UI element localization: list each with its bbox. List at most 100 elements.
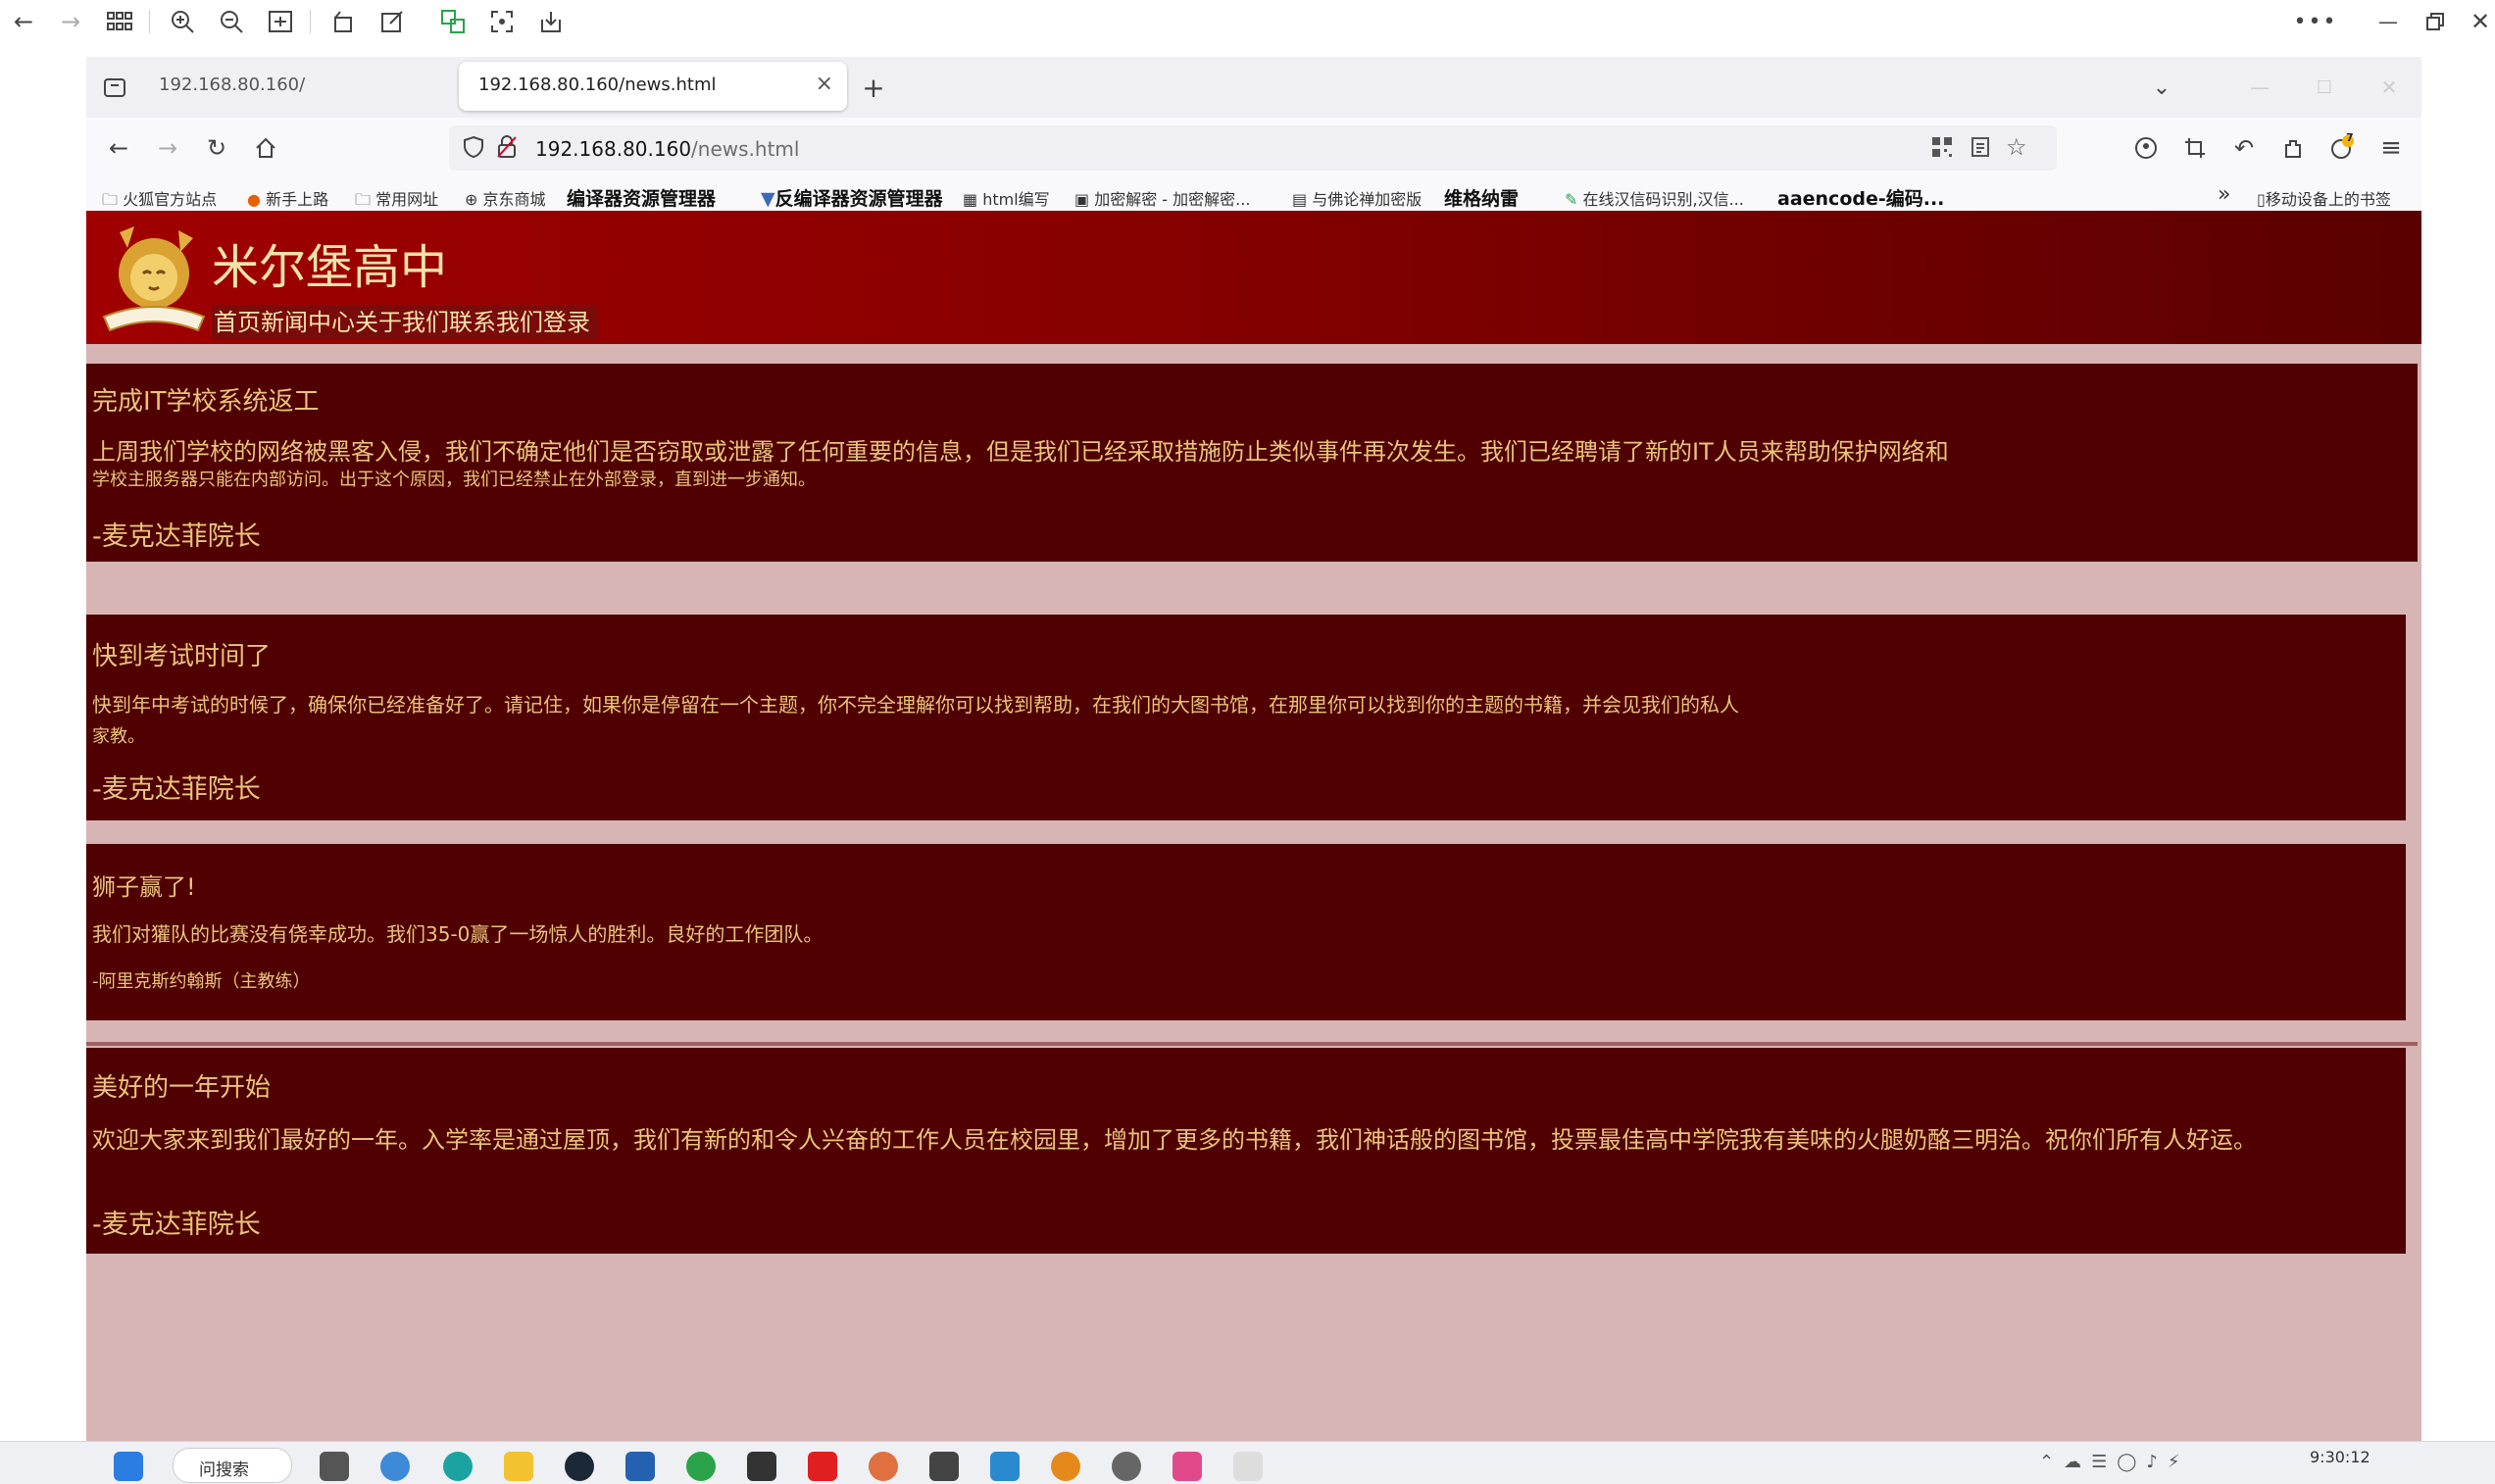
addon-badge-icon[interactable]: 7 (2325, 131, 2359, 165)
list-tabs-chevron-icon[interactable]: ⌄ (2145, 71, 2178, 104)
article-body: 快到年中考试的时候了，确保你已经准备好了。请记住，如果你是停留在一个主题，你不完… (92, 693, 1739, 717)
video-app-icon[interactable] (808, 1452, 837, 1481)
taskbar: 问搜索 ⌃☁☰◯♪⚡ 9:30:12 (0, 1441, 2495, 1484)
window-restore-icon[interactable]: ☐ (2308, 71, 2341, 104)
tab-strip: 192.168.80.160/ × 192.168.80.160/news.ht… (86, 57, 2421, 118)
account-icon[interactable] (2129, 131, 2163, 165)
site-nav: 首页 新闻中心 关于我们 联系我们 登录 (212, 305, 598, 340)
browser-window: 192.168.80.160/ × 192.168.80.160/news.ht… (86, 57, 2421, 1483)
system-tray-icons[interactable]: ⌃☁☰◯♪⚡ (2039, 1452, 2274, 1477)
close-icon[interactable]: ✕ (2465, 6, 2495, 37)
bookmark-item[interactable]: ▣ 加密解密 - 加密解密... (1074, 186, 1250, 210)
bookmark-item[interactable]: ● 新手上路 (247, 186, 328, 210)
article-body: 我们对獾队的比赛没有侥幸成功。我们35-0赢了一场惊人的胜利。良好的工作团队。 (92, 922, 823, 946)
url-text[interactable]: 192.168.80.160/news.html (535, 137, 799, 161)
url-path: /news.html (691, 137, 800, 161)
bookmark-star-icon[interactable]: ☆ (2006, 133, 2027, 161)
nav-news-link[interactable]: 新闻中心 (261, 305, 355, 340)
app-icon[interactable] (990, 1452, 1020, 1481)
fit-screen-icon[interactable] (265, 6, 296, 37)
restore-icon[interactable] (2420, 6, 2451, 37)
bookmark-item[interactable]: ▤ 与佛论禅加密版 (1292, 186, 1422, 210)
window-minimize-icon[interactable]: — (2243, 71, 2276, 104)
nav-home-link[interactable]: 首页 (214, 305, 261, 340)
edit-icon[interactable] (376, 6, 408, 37)
app-icon[interactable] (1051, 1452, 1080, 1481)
terminal-icon[interactable] (747, 1452, 776, 1481)
download-icon[interactable] (535, 6, 567, 37)
zoom-in-icon[interactable] (167, 6, 198, 37)
store-icon[interactable] (625, 1452, 655, 1481)
nav-about-link[interactable]: 关于我们 (355, 305, 449, 340)
news-article: 美好的一年开始 欢迎大家来到我们最好的一年。入学率是通过屋顶，我们有新的和令人兴… (86, 1048, 2406, 1254)
home-icon[interactable] (249, 131, 282, 165)
undo-icon[interactable]: ↶ (2227, 131, 2261, 165)
firefox-icon[interactable] (869, 1452, 898, 1481)
forward-icon[interactable]: → (151, 131, 184, 165)
nav-contact-link[interactable]: 联系我们 (449, 305, 543, 340)
tab-title: 192.168.80.160/news.html (478, 74, 717, 95)
reload-icon[interactable]: ↻ (200, 131, 233, 165)
forward-arrow-icon[interactable]: → (55, 6, 86, 37)
tab-close-icon[interactable]: × (816, 72, 833, 96)
translate-icon[interactable] (437, 6, 469, 37)
bookmark-item[interactable]: ▦ html编写 (963, 186, 1050, 210)
app-icon[interactable] (1173, 1452, 1202, 1481)
nav-login-link[interactable]: 登录 (543, 305, 590, 340)
windows-start-icon[interactable] (114, 1452, 143, 1481)
text-app-icon[interactable] (1233, 1452, 1263, 1481)
tab-overview-icon[interactable] (98, 71, 131, 104)
bookmark-item[interactable]: ▼反编译器资源管理器 (761, 184, 943, 211)
task-view-icon[interactable] (320, 1452, 349, 1481)
back-icon[interactable]: ← (102, 131, 135, 165)
crop-icon[interactable] (2178, 131, 2212, 165)
new-tab-icon[interactable]: + (857, 71, 890, 104)
article-title: 快到考试时间了 (92, 642, 272, 671)
taskbar-search[interactable]: 问搜索 (173, 1448, 292, 1483)
shield-icon[interactable] (463, 135, 484, 163)
news-article: 快到考试时间了 快到年中考试的时候了，确保你已经准备好了。请记住，如果你是停留在… (86, 615, 2406, 820)
divider (86, 1042, 2418, 1046)
tab-news[interactable]: 192.168.80.160/news.html × (459, 62, 847, 111)
bookmark-item[interactable]: ✎ 在线汉信码识别,汉信... (1565, 186, 1744, 210)
divider (149, 10, 150, 33)
more-options-icon[interactable]: ••• (2294, 6, 2336, 37)
file-explorer-icon[interactable] (504, 1452, 533, 1481)
window-close-icon[interactable]: ✕ (2372, 71, 2406, 104)
taskbar-clock: 9:30:12 (2310, 1448, 2370, 1466)
zoom-out-icon[interactable] (216, 6, 247, 37)
insecure-lock-icon[interactable] (496, 135, 518, 163)
chat-app-icon[interactable] (686, 1452, 716, 1481)
bookmark-item[interactable]: 维格纳雷 (1444, 184, 1519, 211)
steam-icon[interactable] (565, 1452, 594, 1481)
qr-code-icon[interactable] (1931, 136, 1953, 162)
article-body: 家教。 (92, 726, 145, 747)
extensions-icon[interactable] (2276, 131, 2310, 165)
hamburger-menu-icon[interactable]: ≡ (2374, 131, 2408, 165)
back-arrow-icon[interactable]: ← (8, 6, 39, 37)
article-body: 欢迎大家来到我们最好的一年。入学率是通过屋顶，我们有新的和令人兴奋的工作人员在校… (92, 1126, 2257, 1154)
article-signature: -麦克达菲院长 (92, 774, 261, 805)
app-icon[interactable] (1112, 1452, 1141, 1481)
screenshot-icon[interactable] (486, 6, 518, 37)
nav-bar: ← → ↻ 192.168.80.160/news.html ☆ ↶ 7 ≡ (86, 118, 2421, 178)
grid-view-icon[interactable] (104, 6, 135, 37)
minimize-icon[interactable]: — (2372, 6, 2404, 37)
article-signature: -麦克达菲院长 (92, 521, 261, 552)
bookmarks-overflow-icon[interactable]: » (2218, 182, 2230, 207)
tab-title: 192.168.80.160/ (159, 74, 306, 95)
news-article: 完成IT学校系统返工 上周我们学校的网络被黑客入侵，我们不确定他们是否窃取或泄露… (86, 364, 2418, 562)
web-page: 米尔堡高中 首页 新闻中心 关于我们 联系我们 登录 完成IT学校系统返工 上周… (86, 211, 2421, 1483)
search-app-icon[interactable] (380, 1452, 410, 1481)
edge-browser-icon[interactable] (443, 1452, 473, 1481)
taskbar-search-label: 问搜索 (199, 1460, 249, 1480)
reader-view-icon[interactable] (1971, 136, 1990, 162)
rotate-icon[interactable] (327, 6, 359, 37)
bookmark-item[interactable]: 编译器资源管理器 (567, 184, 716, 211)
url-bar[interactable]: 192.168.80.160/news.html ☆ (449, 125, 2057, 171)
site-header: 米尔堡高中 首页 新闻中心 关于我们 联系我们 登录 (86, 211, 2421, 344)
bookmark-item[interactable]: aaencode-编码... (1777, 184, 1944, 211)
bookmark-item[interactable]: ⊕ 京东商城 (465, 186, 546, 210)
bookmark-item[interactable]: ▯移动设备上的书签 (2257, 186, 2391, 210)
app-icon[interactable] (929, 1452, 959, 1481)
